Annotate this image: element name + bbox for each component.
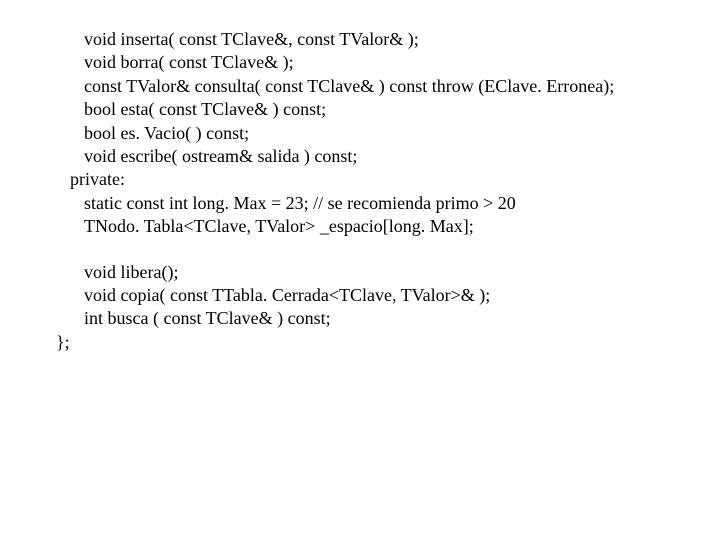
- code-line: int busca ( const TClave& ) const;: [56, 307, 700, 330]
- code-line: void escribe( ostream& salida ) const;: [56, 145, 700, 168]
- code-line: void borra( const TClave& );: [56, 51, 700, 74]
- blank-line: [56, 239, 700, 261]
- code-line: const TValor& consulta( const TClave& ) …: [56, 75, 700, 98]
- code-line: void copia( const TTabla. Cerrada<TClave…: [56, 284, 700, 307]
- code-line: void inserta( const TClave&, const TValo…: [56, 28, 700, 51]
- code-line: };: [56, 331, 700, 354]
- code-listing: void inserta( const TClave&, const TValo…: [0, 0, 720, 374]
- code-line: static const int long. Max = 23; // se r…: [56, 192, 700, 215]
- code-line: bool esta( const TClave& ) const;: [56, 98, 700, 121]
- code-line: bool es. Vacio( ) const;: [56, 122, 700, 145]
- code-line: void libera();: [56, 261, 700, 284]
- code-line: private:: [56, 168, 700, 191]
- code-line: TNodo. Tabla<TClave, TValor> _espacio[lo…: [56, 215, 700, 238]
